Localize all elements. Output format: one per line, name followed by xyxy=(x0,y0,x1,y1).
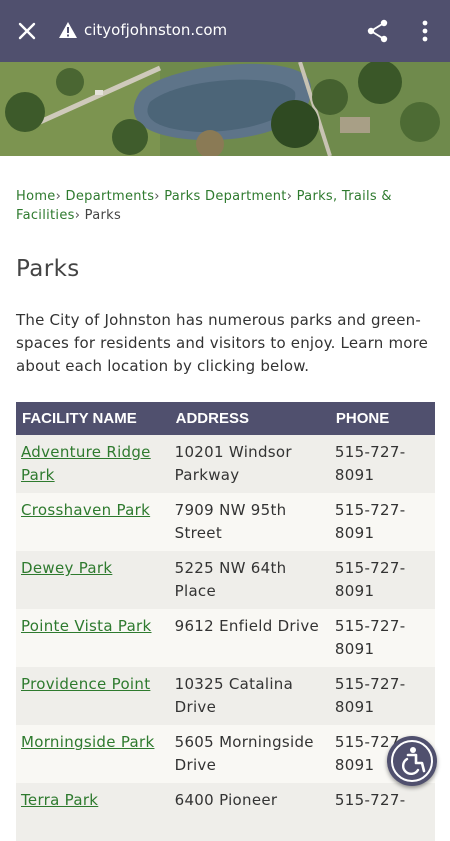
address-cell: 9612 Enfield Drive xyxy=(169,609,330,667)
browser-toolbar: cityofjohnston.com xyxy=(0,0,450,62)
accessibility-button[interactable] xyxy=(387,736,437,786)
page-title: Parks xyxy=(16,256,80,282)
park-link[interactable]: Adventure Ridge Park xyxy=(21,443,151,484)
breadcrumb-current: Parks xyxy=(84,208,122,223)
facility-name-cell: Pointe Vista Park xyxy=(16,609,170,667)
address-cell: 6400 Pioneer xyxy=(169,783,330,841)
table-row: Providence Point 10325 Catalina Drive 51… xyxy=(16,667,435,725)
breadcrumb: Home› Departments› Parks Department› Par… xyxy=(16,187,426,225)
column-header-facility-name: FACILITY NAME xyxy=(16,402,170,435)
warning-icon xyxy=(59,22,77,38)
phone-cell: 515-727-8091 xyxy=(329,551,435,609)
park-link[interactable]: Providence Point xyxy=(21,675,150,693)
intro-text: The City of Johnston has numerous parks … xyxy=(16,311,429,375)
address-cell: 5225 NW 64th Place xyxy=(169,551,330,609)
facility-name-cell: Adventure Ridge Park xyxy=(16,435,170,493)
accessibility-icon xyxy=(402,747,426,775)
breadcrumb-home[interactable]: Home xyxy=(16,189,56,204)
hero-image xyxy=(0,62,450,156)
table-row: Dewey Park 5225 NW 64th Place 515-727-80… xyxy=(16,551,435,609)
address-cell: 10201 Windsor Parkway xyxy=(169,435,330,493)
phone-cell: 515-727-8091 xyxy=(329,667,435,725)
address-cell: 5605 Morningside Drive xyxy=(169,725,330,783)
parks-table: FACILITY NAME ADDRESS PHONE Adventure Ri… xyxy=(16,402,435,841)
breadcrumb-separator: › xyxy=(286,189,293,204)
table-row: Morningside Park 5605 Morningside Drive … xyxy=(16,725,435,783)
breadcrumb-separator: › xyxy=(74,208,81,223)
table-row: Crosshaven Park 7909 NW 95th Street 515-… xyxy=(16,493,435,551)
close-icon[interactable] xyxy=(14,18,40,44)
facility-name-cell: Providence Point xyxy=(16,667,170,725)
breadcrumb-parks-department[interactable]: Parks Department xyxy=(164,189,286,204)
column-header-address: ADDRESS xyxy=(169,402,330,435)
breadcrumb-separator: › xyxy=(154,189,160,204)
park-link[interactable]: Dewey Park xyxy=(21,559,112,577)
breadcrumb-separator: › xyxy=(55,189,62,204)
address-cell: 7909 NW 95th Street xyxy=(169,493,330,551)
breadcrumb-departments[interactable]: Departments xyxy=(66,189,155,204)
share-icon[interactable] xyxy=(365,18,391,44)
facility-name-cell: Terra Park xyxy=(16,783,170,841)
park-link[interactable]: Terra Park xyxy=(21,791,98,809)
facility-name-cell: Morningside Park xyxy=(16,725,170,783)
address-cell: 10325 Catalina Drive xyxy=(169,667,330,725)
column-header-phone: PHONE xyxy=(329,402,435,435)
park-link[interactable]: Pointe Vista Park xyxy=(21,617,152,635)
facility-name-cell: Dewey Park xyxy=(16,551,170,609)
phone-cell: 515-727-8091 xyxy=(329,435,435,493)
park-link[interactable]: Morningside Park xyxy=(21,733,154,751)
park-link[interactable]: Crosshaven Park xyxy=(21,501,150,519)
facility-name-cell: Crosshaven Park xyxy=(16,493,170,551)
phone-cell: 515-727-8091 xyxy=(329,493,435,551)
table-row: Pointe Vista Park 9612 Enfield Drive 515… xyxy=(16,609,435,667)
phone-cell: 515-727- xyxy=(329,783,435,841)
url-text[interactable]: cityofjohnston.com xyxy=(84,21,227,39)
table-row: Adventure Ridge Park 10201 Windsor Parkw… xyxy=(16,435,435,493)
table-row: Terra Park 6400 Pioneer 515-727- xyxy=(16,783,435,841)
phone-cell: 515-727-8091 xyxy=(329,609,435,667)
more-vert-icon[interactable] xyxy=(414,18,436,44)
table-header-row: FACILITY NAME ADDRESS PHONE xyxy=(16,402,435,435)
